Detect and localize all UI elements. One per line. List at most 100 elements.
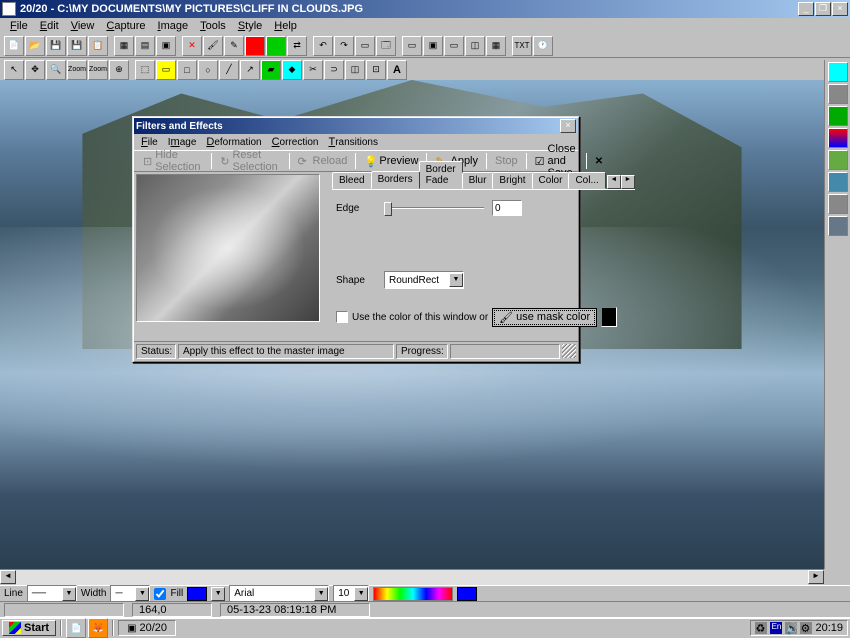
close-save-button[interactable]: ☑Close and Save — [528, 152, 585, 170]
quicklaunch-1[interactable]: 📄 — [66, 618, 86, 638]
layer-btn-6[interactable] — [828, 172, 848, 192]
tool-rect[interactable]: ▭ — [355, 36, 375, 56]
menu-tools[interactable]: Tools — [194, 19, 232, 33]
tool-polygon[interactable]: ▰ — [261, 60, 281, 80]
dlg-menu-deformation[interactable]: Deformation — [201, 135, 266, 149]
tool-cut[interactable]: ✂ — [303, 60, 323, 80]
close-button[interactable]: × — [832, 2, 848, 16]
tool-cascade[interactable]: ▣ — [156, 36, 176, 56]
tab-scroll-right[interactable]: ► — [621, 175, 635, 189]
tab-color[interactable]: Color — [532, 172, 570, 189]
stop-button[interactable]: Stop — [488, 152, 525, 170]
hide-selection-button[interactable]: ⊡Hide Selection — [136, 152, 210, 170]
tool-win3[interactable]: ▭ — [444, 36, 464, 56]
tool-new[interactable]: 📄 — [4, 36, 24, 56]
dlg-menu-transitions[interactable]: Transitions — [323, 135, 383, 149]
tool-swatch-green[interactable] — [266, 36, 286, 56]
fill-checkbox[interactable] — [154, 588, 166, 600]
tool-lasso[interactable]: ⊃ — [324, 60, 344, 80]
quicklaunch-2[interactable]: 🦊 — [88, 618, 108, 638]
tool-window[interactable]: 🗔 — [376, 36, 396, 56]
tool-win4[interactable]: ◫ — [465, 36, 485, 56]
tool-move[interactable]: ✥ — [25, 60, 45, 80]
chevron-down-icon[interactable]: ▼ — [449, 273, 463, 287]
tool-selyellow[interactable]: ▭ — [156, 60, 176, 80]
tool-clock[interactable]: 🕐 — [533, 36, 553, 56]
dialog-close-button[interactable]: × — [560, 119, 576, 133]
scroll-right[interactable]: ► — [808, 570, 824, 584]
start-button[interactable]: Start — [2, 620, 56, 636]
tab-bright[interactable]: Bright — [492, 172, 532, 189]
layer-btn-8[interactable] — [828, 216, 848, 236]
layer-btn-1[interactable] — [828, 62, 848, 82]
taskbar-app[interactable]: ▣ 20/20 — [118, 620, 176, 636]
fill-color[interactable] — [187, 587, 207, 601]
scroll-track[interactable] — [16, 570, 808, 585]
menu-edit[interactable]: Edit — [34, 19, 65, 33]
tool-frame[interactable]: ⊡ — [366, 60, 386, 80]
menu-style[interactable]: Style — [232, 19, 268, 33]
tool-open[interactable]: 📂 — [25, 36, 45, 56]
tool-zoom[interactable]: 🔍 — [46, 60, 66, 80]
slider-thumb[interactable] — [384, 202, 392, 216]
restore-button[interactable]: ❐ — [815, 2, 831, 16]
minimize-button[interactable]: _ — [798, 2, 814, 16]
tool-paint[interactable]: 🖌 — [203, 36, 223, 56]
tab-blur[interactable]: Blur — [462, 172, 494, 189]
tool-win5[interactable]: ▦ — [486, 36, 506, 56]
dialog-x-button[interactable]: ✕ — [588, 152, 610, 170]
width-combo[interactable]: ─▼ — [110, 585, 150, 603]
tool-swap[interactable]: ⇄ — [287, 36, 307, 56]
tab-borders[interactable]: Borders — [371, 171, 420, 189]
tray-icon-1[interactable]: ♻ — [755, 622, 767, 634]
menu-help[interactable]: Help — [268, 19, 303, 33]
tool-saveas[interactable]: 💾 — [67, 36, 87, 56]
tray-icon-3[interactable]: ⚙ — [800, 622, 812, 634]
fill-dropdown[interactable]: ▼ — [211, 587, 225, 601]
tab-bleed[interactable]: Bleed — [332, 172, 372, 189]
reload-button[interactable]: ⟳Reload — [291, 152, 355, 170]
layer-btn-7[interactable] — [828, 194, 848, 214]
mask-color-swatch[interactable] — [601, 307, 617, 327]
dlg-menu-file[interactable]: File — [136, 135, 163, 149]
tool-undo[interactable]: ↶ — [313, 36, 333, 56]
dlg-menu-image[interactable]: Image — [163, 135, 202, 149]
layer-btn-3[interactable] — [828, 106, 848, 126]
picked-color[interactable] — [457, 587, 477, 601]
use-color-checkbox[interactable] — [336, 311, 348, 323]
tool-zoomout[interactable]: Zoom — [67, 60, 87, 80]
tray-lang[interactable]: En — [770, 622, 782, 634]
menu-capture[interactable]: Capture — [100, 19, 151, 33]
tool-texttool[interactable]: A — [387, 60, 407, 80]
tool-grid[interactable]: ▦ — [114, 36, 134, 56]
tab-scroll-left[interactable]: ◄ — [607, 175, 621, 189]
tool-swatch-red[interactable] — [245, 36, 265, 56]
gradient-picker[interactable] — [373, 587, 453, 601]
tool-win1[interactable]: ▭ — [402, 36, 422, 56]
use-mask-color-button[interactable]: 🖌use mask color — [492, 308, 597, 327]
tool-delete[interactable]: ✕ — [182, 36, 202, 56]
tool-line[interactable]: ╱ — [219, 60, 239, 80]
menu-image[interactable]: Image — [152, 19, 195, 33]
font-combo[interactable]: Arial▼ — [229, 585, 329, 603]
tool-text[interactable]: TXT — [512, 36, 532, 56]
edge-slider[interactable] — [384, 200, 484, 216]
layer-btn-2[interactable] — [828, 84, 848, 104]
layer-btn-4[interactable] — [828, 128, 848, 148]
dlg-menu-correction[interactable]: Correction — [267, 135, 324, 149]
tray-icon-2[interactable]: 🔊 — [785, 622, 797, 634]
menu-view[interactable]: View — [65, 19, 101, 33]
menu-file[interactable]: File — [4, 19, 34, 33]
layer-btn-5[interactable] — [828, 150, 848, 170]
tool-save[interactable]: 💾 — [46, 36, 66, 56]
tool-tile[interactable]: ▤ — [135, 36, 155, 56]
tray-clock[interactable]: 20:19 — [815, 622, 843, 634]
tool-pointer[interactable]: ↖ — [4, 60, 24, 80]
horizontal-scrollbar[interactable]: ◄ ► — [0, 569, 824, 585]
tool-shape2[interactable]: ◆ — [282, 60, 302, 80]
tool-clipboard[interactable]: 📋 — [88, 36, 108, 56]
reset-selection-button[interactable]: ↻Reset Selection — [213, 152, 287, 170]
tab-border-fade[interactable]: Border Fade — [419, 161, 463, 189]
scroll-left[interactable]: ◄ — [0, 570, 16, 584]
tab-more[interactable]: Col... — [568, 172, 605, 189]
